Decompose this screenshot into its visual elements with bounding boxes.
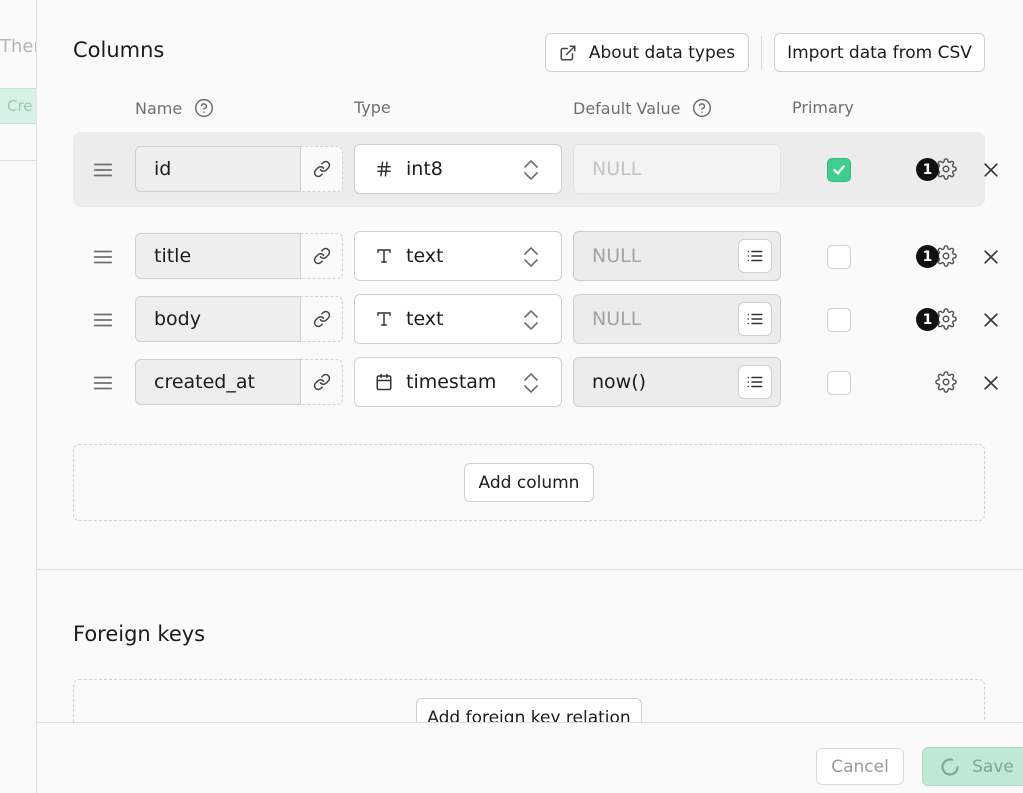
drag-handle-icon[interactable] (92, 159, 114, 181)
column-row: title text NULL 1 (73, 231, 998, 283)
link-icon (313, 247, 330, 265)
close-icon[interactable] (981, 247, 1001, 267)
column-name-input[interactable]: created_at (135, 359, 301, 405)
default-value-placeholder: NULL (592, 308, 642, 330)
header-type-label: Type (354, 98, 391, 117)
foreign-key-link-button[interactable] (300, 359, 343, 405)
default-value-placeholder: NULL (592, 245, 642, 267)
column-type-select[interactable]: text (354, 231, 562, 281)
cancel-button[interactable]: Cancel (816, 748, 904, 785)
header-primary-label: Primary (792, 98, 854, 117)
column-type-select[interactable]: text (354, 294, 562, 344)
toolbar-divider (761, 36, 762, 70)
list-icon (747, 376, 763, 388)
background-heading: Ther (0, 36, 36, 57)
about-data-types-label: About data types (588, 42, 736, 63)
default-value-placeholder: NULL (592, 158, 642, 180)
list-icon (747, 250, 763, 262)
column-row: body text NULL 1 (73, 294, 998, 346)
header-type: Type (354, 98, 391, 117)
add-column-label: Add column (478, 472, 580, 493)
chevrons-up-down-icon (524, 160, 538, 180)
hash-icon (374, 159, 394, 179)
add-column-button[interactable]: Add column (464, 463, 594, 502)
close-icon[interactable] (981, 160, 1001, 180)
calendar-icon (374, 372, 394, 392)
text-type-icon (374, 309, 394, 329)
background-page: Ther Cre (0, 0, 36, 793)
drag-handle-icon[interactable] (92, 309, 114, 331)
foreign-key-link-button[interactable] (300, 146, 343, 192)
primary-key-checkbox[interactable] (827, 245, 851, 269)
primary-key-checkbox[interactable] (827, 158, 851, 182)
default-value-text: now() (592, 371, 647, 393)
column-row: id int8 NULL 1 (73, 144, 998, 196)
gear-icon[interactable] (935, 371, 957, 393)
foreign-key-link-button[interactable] (300, 233, 343, 279)
cancel-label: Cancel (831, 756, 889, 777)
import-csv-button[interactable]: Import data from CSV (774, 33, 985, 72)
settings-count-badge: 1 (916, 308, 939, 331)
column-type-label: text (406, 308, 444, 330)
column-name-input[interactable]: body (135, 296, 301, 342)
settings-count-badge: 1 (916, 245, 939, 268)
table-editor-drawer: Columns About data types Import data fro… (36, 0, 1023, 793)
column-type-label: text (406, 245, 444, 267)
import-csv-label: Import data from CSV (787, 42, 972, 63)
drag-handle-icon[interactable] (92, 246, 114, 268)
link-icon (313, 160, 330, 178)
header-name: Name (135, 98, 214, 118)
settings-count-badge: 1 (916, 158, 939, 181)
suggestions-button[interactable] (738, 239, 772, 273)
link-icon (313, 310, 330, 328)
help-icon[interactable] (194, 98, 214, 118)
background-button-label: Cre (7, 97, 33, 115)
default-value-input[interactable]: NULL (573, 294, 781, 344)
save-label: Save (972, 756, 1014, 777)
link-icon (313, 373, 330, 391)
suggestions-button[interactable] (738, 302, 772, 336)
close-icon[interactable] (981, 310, 1001, 330)
background-divider (0, 160, 36, 161)
external-link-icon (560, 45, 576, 60)
header-name-label: Name (135, 98, 183, 118)
suggestions-button[interactable] (738, 365, 772, 399)
default-value-input: NULL (573, 144, 781, 194)
loading-spinner-icon (941, 757, 959, 776)
chevrons-up-down-icon (524, 247, 538, 267)
foreign-key-link-button[interactable] (300, 296, 343, 342)
default-value-input[interactable]: NULL (573, 231, 781, 281)
default-value-input[interactable]: now() (573, 357, 781, 407)
column-type-label: int8 (406, 158, 443, 180)
save-button[interactable]: Save (922, 747, 1023, 786)
column-type-select[interactable]: int8 (354, 144, 562, 194)
primary-key-checkbox[interactable] (827, 371, 851, 395)
help-icon[interactable] (692, 98, 712, 118)
header-default-value: Default Value (573, 98, 712, 118)
column-name-input[interactable]: id (135, 146, 301, 192)
check-icon (833, 165, 845, 175)
section-divider (37, 569, 1023, 570)
column-type-label: timestam (406, 371, 497, 393)
header-primary: Primary (792, 98, 854, 117)
close-icon[interactable] (981, 373, 1001, 393)
column-type-select[interactable]: timestam (354, 357, 562, 407)
background-create-button: Cre (0, 88, 36, 124)
header-default-label: Default Value (573, 98, 681, 118)
columns-title: Columns (73, 38, 165, 62)
column-row: created_at timestam now() (73, 357, 998, 409)
about-data-types-button[interactable]: About data types (545, 33, 749, 72)
chevrons-up-down-icon (524, 373, 538, 393)
list-icon (747, 313, 763, 325)
column-name-input[interactable]: title (135, 233, 301, 279)
chevrons-up-down-icon (524, 310, 538, 330)
text-type-icon (374, 246, 394, 266)
foreign-keys-title: Foreign keys (73, 622, 206, 646)
drag-handle-icon[interactable] (92, 372, 114, 394)
primary-key-checkbox[interactable] (827, 308, 851, 332)
